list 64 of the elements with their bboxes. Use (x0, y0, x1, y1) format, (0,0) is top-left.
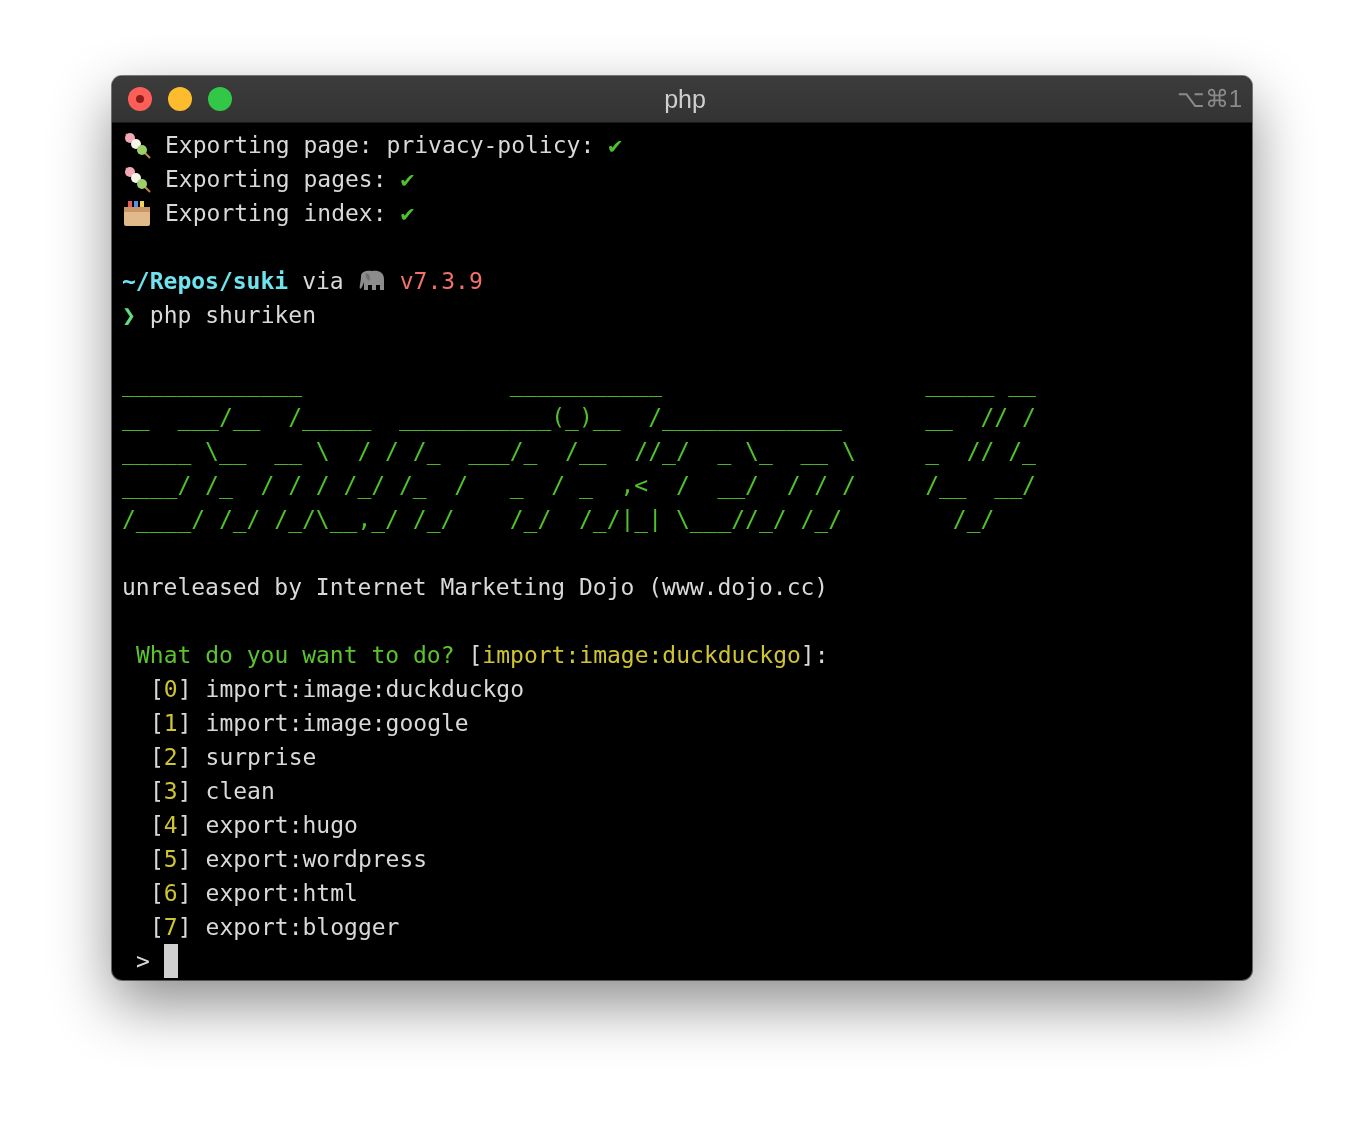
option-index: 1 (163, 709, 178, 738)
prompt-path: ~/Repos/suki (122, 267, 289, 296)
option-index: 4 (163, 811, 178, 840)
option-bracket: [ (150, 709, 164, 738)
option-index: 7 (163, 913, 178, 942)
dango-skewer-icon (122, 164, 152, 194)
option-bracket: ] (177, 675, 192, 704)
option-bracket: ] (177, 709, 192, 738)
prompt-symbol: ❯ (122, 301, 136, 330)
log-text: Exporting pages: (165, 165, 387, 194)
option-bracket: [ (150, 675, 164, 704)
option-bracket: ] (177, 845, 192, 874)
option-bracket: [ (150, 743, 164, 772)
ascii-banner-line: ____/ /_ / / / /_/ /_ / _ / _ ,< / __/ / / / /__ __/ (122, 471, 1036, 501)
option-bracket: ] (177, 913, 192, 942)
option-label: import:image:google (205, 709, 469, 738)
option-bracket: ] (177, 777, 192, 806)
option-index: 2 (163, 743, 178, 772)
close-button[interactable] (128, 87, 152, 111)
check-mark: ✔ (608, 131, 623, 160)
php-version: v7.3.9 (399, 267, 483, 296)
option-bracket: [ (150, 879, 164, 908)
bracket-open: [ (468, 641, 483, 670)
log-text: Exporting page: privacy-policy: (165, 131, 595, 160)
option-bracket: [ (150, 811, 164, 840)
option-index: 6 (163, 879, 178, 908)
option-index: 0 (163, 675, 178, 704)
dango-skewer-icon (122, 130, 152, 160)
text-cursor (163, 944, 178, 978)
question-text: What do you want to do? (136, 641, 455, 670)
command-text: php shuriken (149, 301, 317, 330)
ascii-banner-line: /____/ /_/ /_/\__,_/ /_/ /_/ /_/|_| \___//_/ /_/ /_/ (122, 505, 995, 535)
option-index: 5 (163, 845, 178, 874)
shortcut-label: ⌥⌘1 (1176, 85, 1242, 113)
option-bracket: [ (150, 913, 164, 942)
option-label: export:blogger (205, 913, 400, 942)
option-bracket: ] (177, 811, 192, 840)
window-title: php (664, 84, 706, 114)
ascii-banner-line: _____ \__ __ \ / / /_ ___/_ /__ //_/ _ \_ __ \ _ // /_ (122, 437, 1036, 467)
close-icon (136, 95, 144, 103)
card-box-icon (122, 198, 152, 228)
option-label: clean (205, 777, 275, 806)
option-index: 3 (163, 777, 178, 806)
bracket-close: ]: (800, 641, 829, 670)
option-label: export:html (205, 879, 358, 908)
check-mark: ✔ (400, 165, 415, 194)
minimize-button[interactable] (168, 87, 192, 111)
option-bracket: ] (177, 879, 192, 908)
ascii-banner-line: _____________ ___________ _____ __ (122, 369, 1036, 399)
log-text: Exporting index: (165, 199, 387, 228)
option-label: surprise (205, 743, 317, 772)
option-bracket: [ (150, 777, 164, 806)
credit-text: unreleased by Internet Marketing Dojo (www.dojo.cc) (122, 573, 829, 602)
check-mark: ✔ (400, 199, 415, 228)
default-choice: import:image:duckduckgo (482, 641, 801, 670)
option-label: export:hugo (205, 811, 358, 840)
option-label: import:image:duckduckgo (205, 675, 525, 704)
option-bracket: ] (177, 743, 192, 772)
input-prompt: > (136, 947, 150, 976)
prompt-via: via (302, 267, 344, 296)
ascii-banner-line: __ ___/__ /_____ ___________(_)__ /_____________ __ // / (122, 403, 1036, 433)
option-bracket: [ (150, 845, 164, 874)
zoom-button[interactable] (208, 87, 232, 111)
option-label: export:wordpress (205, 845, 428, 874)
